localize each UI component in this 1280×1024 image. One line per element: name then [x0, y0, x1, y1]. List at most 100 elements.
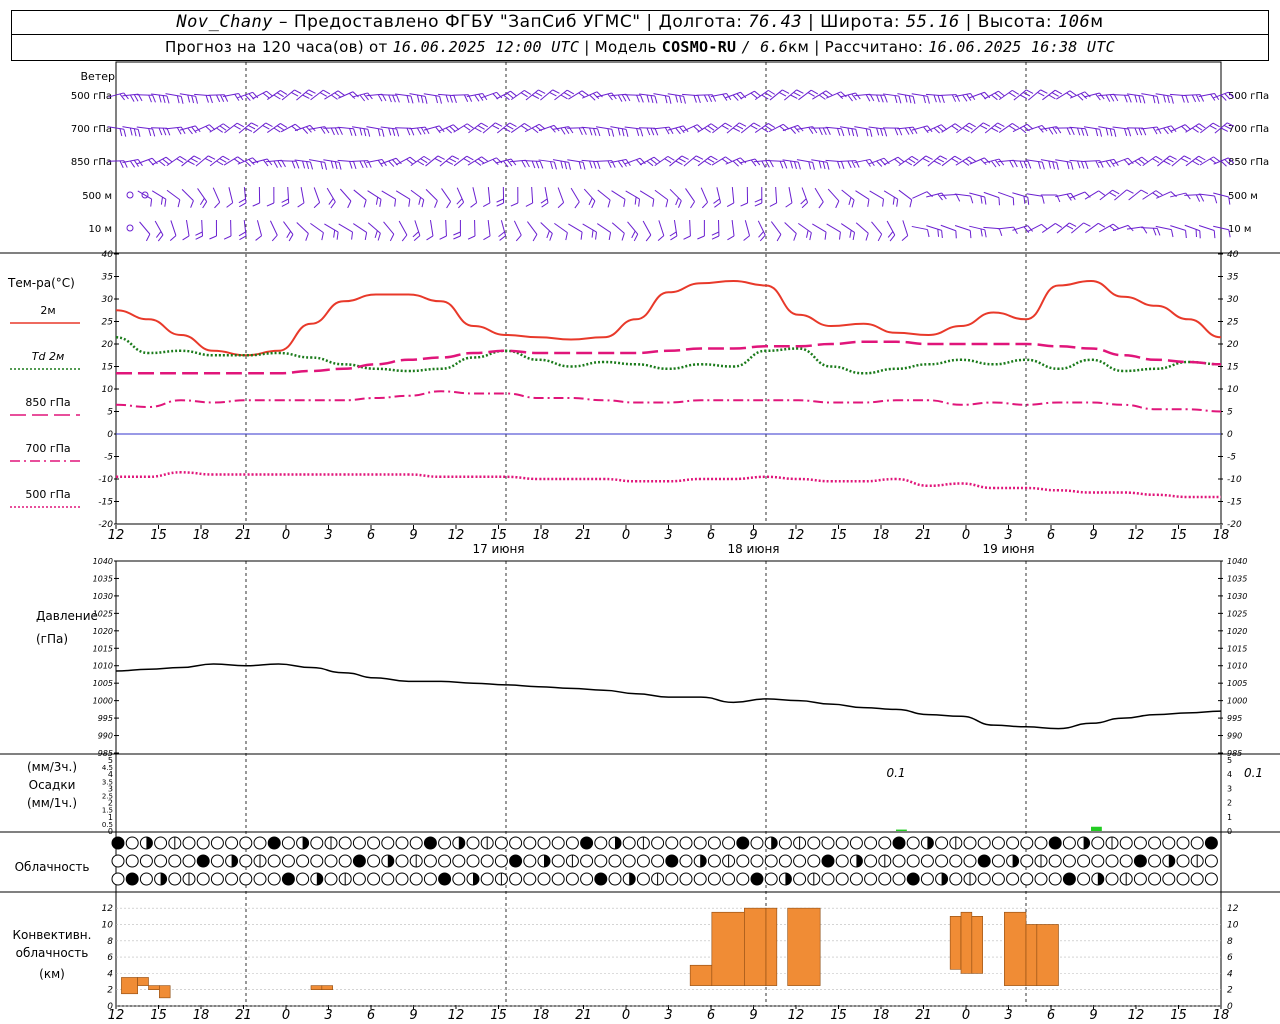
barb-flag [1128, 128, 1132, 137]
barb-flag [724, 122, 732, 128]
barb-flag [1124, 94, 1128, 103]
cloud-symbol [352, 836, 366, 850]
barb-flag [911, 155, 919, 161]
barb-flag [1181, 125, 1188, 132]
cloud-circle [1062, 836, 1076, 850]
precip-annotation: 0.1 [886, 766, 905, 780]
precip-annotation: 0.1 [1244, 766, 1263, 780]
wind-barb [398, 220, 408, 242]
cloud-symbol [452, 872, 466, 886]
cloud-circle [324, 872, 338, 886]
cloud-symbol [580, 854, 594, 868]
cloud-full [580, 837, 593, 849]
barb-flag [302, 127, 309, 134]
barb-flag [222, 123, 230, 129]
cloud-circle [239, 872, 253, 886]
wind-barb [339, 188, 352, 209]
barb-flag [645, 234, 652, 242]
barb-flag [941, 95, 945, 104]
y-tick-label: 1030 [1227, 592, 1247, 601]
barb-flag [631, 230, 636, 239]
cloud-circle [296, 854, 310, 868]
wind-title: Ветер [81, 70, 115, 83]
time-tick-label: 12 [788, 1008, 805, 1023]
legend-label: 500 гПа [25, 488, 70, 501]
cloud-symbol [438, 872, 452, 886]
y-tick-label: 1035 [93, 574, 113, 583]
wind-barb [627, 221, 639, 242]
cloud-symbol [281, 854, 295, 868]
cloud-symbol [1105, 836, 1119, 850]
wind-barb [154, 220, 164, 242]
cloud-symbol [778, 836, 792, 850]
barb-staff [912, 191, 928, 199]
y-tick-label: -5 [1227, 453, 1236, 463]
cloud-symbol [480, 872, 494, 886]
wind-barb [310, 89, 331, 101]
wind-barb [296, 222, 309, 241]
time-tick-label: 21 [575, 528, 592, 543]
barb-flag [1019, 160, 1024, 169]
barb-staff [814, 187, 824, 203]
y-tick-label: 5 [1227, 408, 1233, 418]
cloud-symbol [920, 872, 934, 886]
cloud-circle [778, 854, 792, 868]
barb-flag [1048, 127, 1054, 135]
barb-staff [689, 219, 691, 237]
wind-barb [740, 186, 749, 207]
cloud-symbol [225, 854, 239, 868]
barb-flag [898, 95, 902, 104]
cloud-circle [154, 836, 168, 850]
barb-flag [997, 122, 1005, 127]
barb-flag [364, 232, 368, 241]
cloud-circle [438, 854, 452, 868]
time-tick-label: 6 [367, 1008, 375, 1023]
cloud-circle [452, 854, 466, 868]
cloud-symbol [324, 836, 338, 850]
cloud-symbol [750, 836, 764, 850]
cloud-symbol [821, 872, 835, 886]
barb-flag [939, 155, 948, 160]
wind-barb [1098, 93, 1119, 102]
cloud-circle [892, 854, 906, 868]
wind-barb [255, 220, 263, 241]
calm-circle [126, 191, 134, 199]
barb-flag [520, 92, 528, 98]
barb-flag [638, 198, 641, 207]
barb-staff [841, 189, 855, 201]
barb-flag [818, 94, 826, 100]
barb-staff [166, 189, 181, 201]
cloud-circle [622, 836, 636, 850]
wind-barb [568, 223, 583, 240]
convective-bar [321, 985, 333, 990]
barb-flag [216, 127, 223, 133]
cloud-circle [935, 854, 949, 868]
barb-flag [162, 158, 169, 165]
barb-flag [388, 160, 395, 167]
barb-flag [640, 128, 644, 137]
barb-flag [166, 128, 171, 136]
cloud-symbol [537, 854, 551, 868]
barb-flag [498, 231, 505, 237]
cloud-half [1168, 855, 1175, 867]
time-tick-label: 18 [533, 528, 550, 543]
barb-flag [657, 235, 665, 242]
barb-flag [1077, 94, 1084, 101]
barb-flag [238, 231, 246, 237]
barb-flag [237, 156, 245, 162]
time-tick-label: 21 [235, 528, 252, 543]
wind-barb [557, 187, 565, 209]
barb-flag [463, 94, 469, 102]
barb-staff [510, 89, 525, 101]
cloud-circle [1148, 872, 1162, 886]
barb-flag [328, 198, 334, 205]
cloud-symbol [864, 854, 878, 868]
wind-barb [886, 220, 896, 242]
barb-flag [617, 94, 623, 102]
barb-flag [524, 89, 532, 95]
cloud-circle [1034, 836, 1048, 850]
time-tick-label: 0 [622, 1008, 630, 1023]
barb-staff [570, 187, 580, 203]
barb-flag [333, 229, 336, 238]
barb-staff [653, 126, 670, 130]
